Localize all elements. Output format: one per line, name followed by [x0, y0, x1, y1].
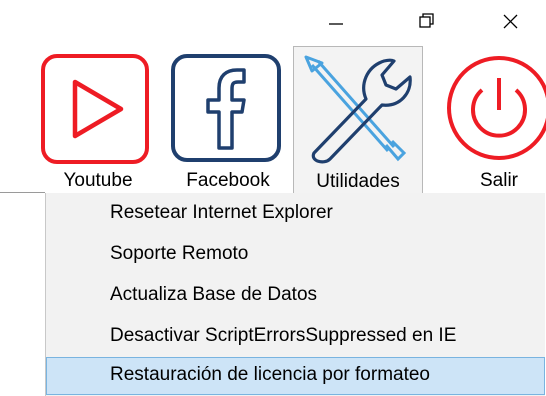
- menu-item-label: Actualiza Base de Datos: [110, 284, 318, 305]
- toolbar-item-label: Utilidades: [316, 171, 400, 192]
- toolbar-item-label: Facebook: [186, 170, 270, 191]
- toolbar-item-label: Youtube: [63, 170, 133, 191]
- facebook-icon: [171, 54, 281, 162]
- restore-button[interactable]: [404, 6, 448, 38]
- youtube-play-icon: [41, 54, 149, 164]
- menu-item-label: Desactivar ScriptErrorsSuppressed en IE: [110, 325, 457, 346]
- minimize-icon: [329, 23, 343, 25]
- menu-item-soporte-remoto[interactable]: Soporte Remoto: [46, 236, 545, 272]
- menu-item-actualiza-base-de-datos[interactable]: Actualiza Base de Datos: [46, 277, 545, 313]
- menu-item-label: Restauración de licencia por formateo: [110, 364, 431, 385]
- menu-item-desactivar-scripterrorssuppressed[interactable]: Desactivar ScriptErrorsSuppressed en IE: [46, 318, 545, 354]
- toolbar-item-youtube[interactable]: Youtube: [40, 46, 156, 194]
- close-icon: [503, 14, 518, 29]
- utilidades-dropdown-menu: Resetear Internet Explorer Soporte Remot…: [45, 193, 545, 396]
- restore-icon: [419, 13, 434, 28]
- toolbar-item-facebook[interactable]: Facebook: [170, 46, 286, 194]
- close-button[interactable]: [488, 6, 532, 38]
- tools-icon: [304, 55, 412, 164]
- toolbar-item-utilidades[interactable]: Utilidades: [293, 46, 423, 194]
- menu-item-label: Soporte Remoto: [110, 243, 249, 264]
- menu-item-label: Resetear Internet Explorer: [110, 202, 333, 223]
- power-icon: [447, 56, 546, 160]
- minimize-button[interactable]: [314, 6, 358, 38]
- menu-item-resetear-internet-explorer[interactable]: Resetear Internet Explorer: [46, 195, 545, 231]
- toolbar-item-salir[interactable]: Salir: [431, 46, 546, 194]
- menu-item-restauracion-de-licencia[interactable]: Restauración de licencia por formateo: [46, 357, 545, 395]
- toolbar-separator: [0, 192, 45, 193]
- toolbar-item-label: Salir: [479, 170, 518, 191]
